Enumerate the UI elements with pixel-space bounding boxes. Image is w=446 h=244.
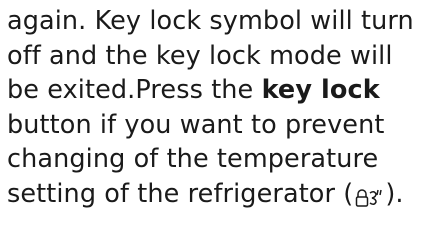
- text-line-5: changing of the temperature: [7, 144, 379, 174]
- key-lock-icon: [354, 186, 384, 208]
- key-lock-bold-label: key lock: [261, 75, 380, 105]
- text-line-6-end: ).: [385, 178, 404, 209]
- manual-paragraph: again. Key lock symbol will turn off and…: [7, 4, 445, 211]
- text-line-3: be exited.Press the key lock: [7, 73, 445, 108]
- text-line-6-start: setting of the refrigerator (: [7, 178, 354, 209]
- text-line-1: again. Key lock symbol will turn: [7, 6, 414, 36]
- text-line-3-start: be exited.Press the: [7, 75, 262, 105]
- text-line-4: button if you want to prevent: [7, 109, 385, 140]
- text-line-6: setting of the refrigerator ( ).: [7, 177, 445, 212]
- text-line-2: off and the key lock mode will: [7, 40, 393, 71]
